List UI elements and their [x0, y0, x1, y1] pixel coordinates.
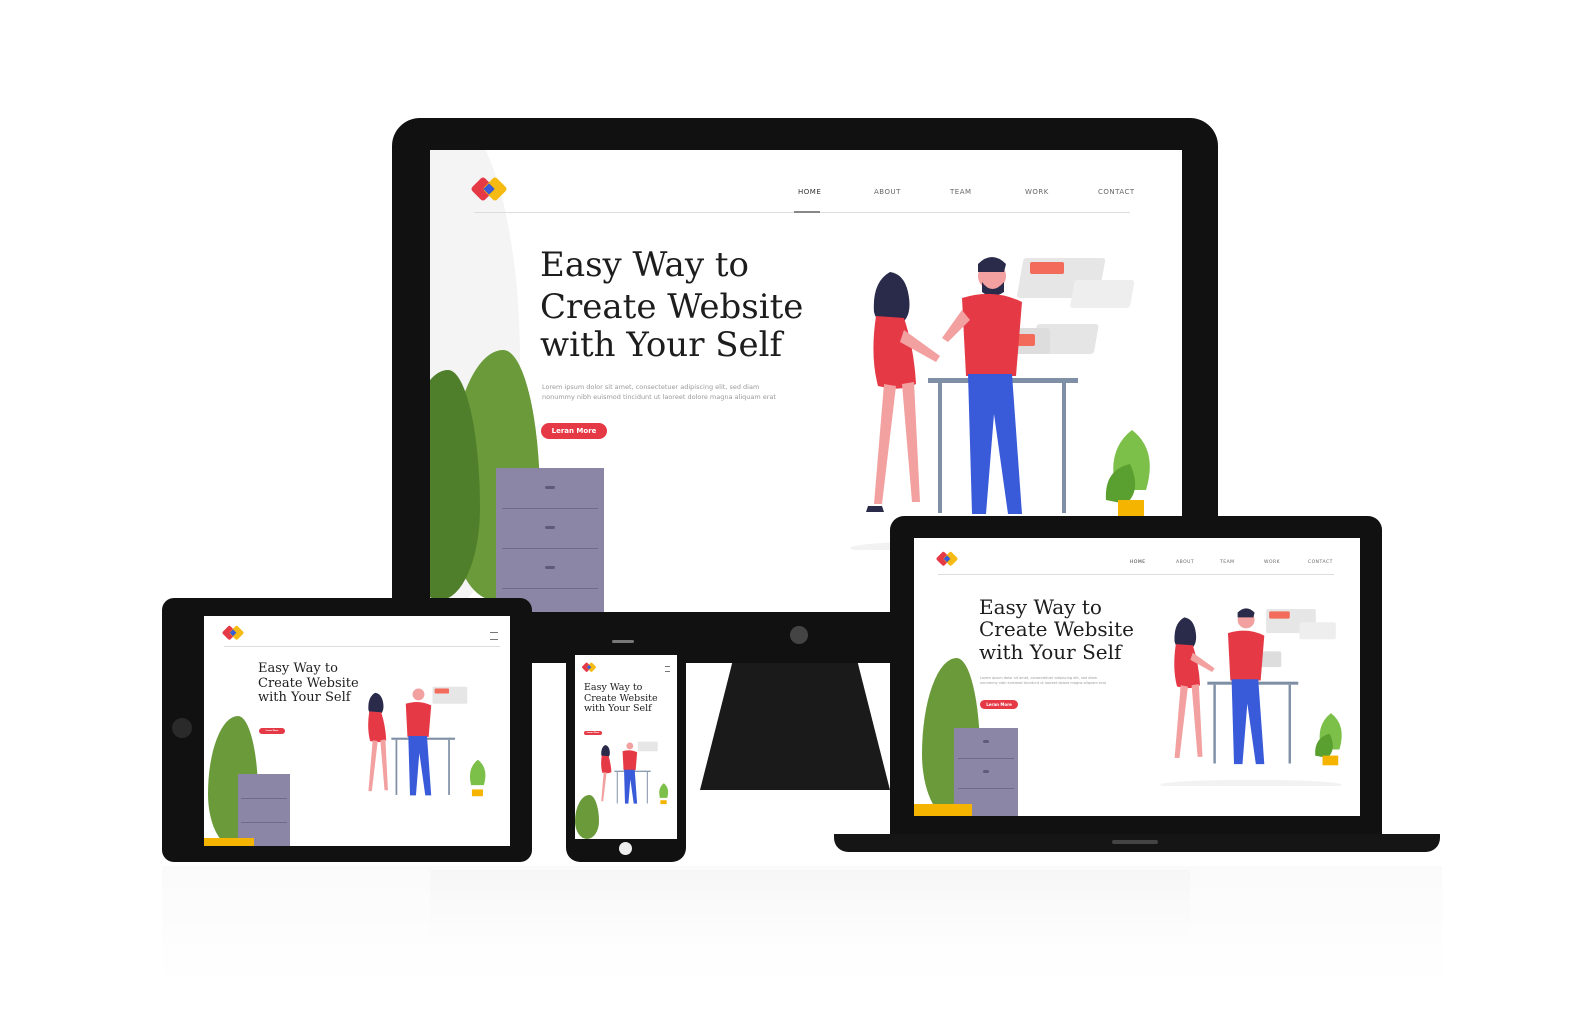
- nav-home[interactable]: HOME: [1130, 560, 1146, 565]
- tablet-screen: Easy Way to Create Website with Your Sel…: [204, 616, 510, 846]
- learn-more-button[interactable]: Leran More: [259, 728, 285, 734]
- floor-reflection: [162, 866, 1442, 986]
- nav-work[interactable]: WORK: [1264, 560, 1280, 565]
- hero-headline: Easy Way to Create Website with Your Sel…: [979, 595, 1134, 664]
- menu-icon[interactable]: [665, 666, 670, 672]
- laptop-screen: HOME ABOUT TEAM WORK CONTACT Easy Way to…: [914, 538, 1360, 816]
- monitor-camera-dot: [790, 626, 808, 644]
- menu-icon[interactable]: [490, 632, 498, 640]
- learn-more-button[interactable]: Leran More: [584, 731, 602, 735]
- learn-more-button[interactable]: Leran More: [541, 423, 607, 439]
- team-illustration: [368, 686, 486, 797]
- nav-about[interactable]: ABOUT: [874, 188, 901, 196]
- hero-description: Lorem ipsum dolor sit amet, consectetuer…: [542, 383, 776, 401]
- team-illustration: [601, 741, 669, 805]
- nav-team[interactable]: TEAM: [950, 188, 972, 196]
- nav-contact[interactable]: CONTACT: [1098, 188, 1135, 196]
- phone-speaker: [612, 640, 634, 643]
- nav-work[interactable]: WORK: [1025, 188, 1049, 196]
- team-illustration: [850, 257, 1150, 550]
- phone-home-button[interactable]: [619, 842, 632, 855]
- team-illustration: [1160, 608, 1342, 786]
- cabinet-illustration: [496, 468, 604, 612]
- nav-about[interactable]: ABOUT: [1176, 560, 1194, 565]
- learn-more-button[interactable]: Leran More: [980, 700, 1018, 709]
- hero-headline: Easy Way to Create Website with Your Sel…: [540, 245, 804, 366]
- tablet-home-button[interactable]: [172, 718, 192, 738]
- hero-description: Lorem ipsum dolor sit amet, consectetuer…: [980, 676, 1106, 685]
- hero-headline: Easy Way to Create Website with Your Sel…: [584, 682, 658, 715]
- laptop-notch: [1112, 840, 1158, 844]
- hero-headline: Easy Way to Create Website with Your Sel…: [258, 661, 359, 706]
- nav-active-underline: [794, 211, 820, 213]
- phone-screen: Easy Way to Create Website with Your Sel…: [575, 655, 677, 839]
- nav-team[interactable]: TEAM: [1220, 560, 1235, 565]
- nav-home[interactable]: HOME: [798, 188, 821, 196]
- nav-contact[interactable]: CONTACT: [1308, 560, 1333, 565]
